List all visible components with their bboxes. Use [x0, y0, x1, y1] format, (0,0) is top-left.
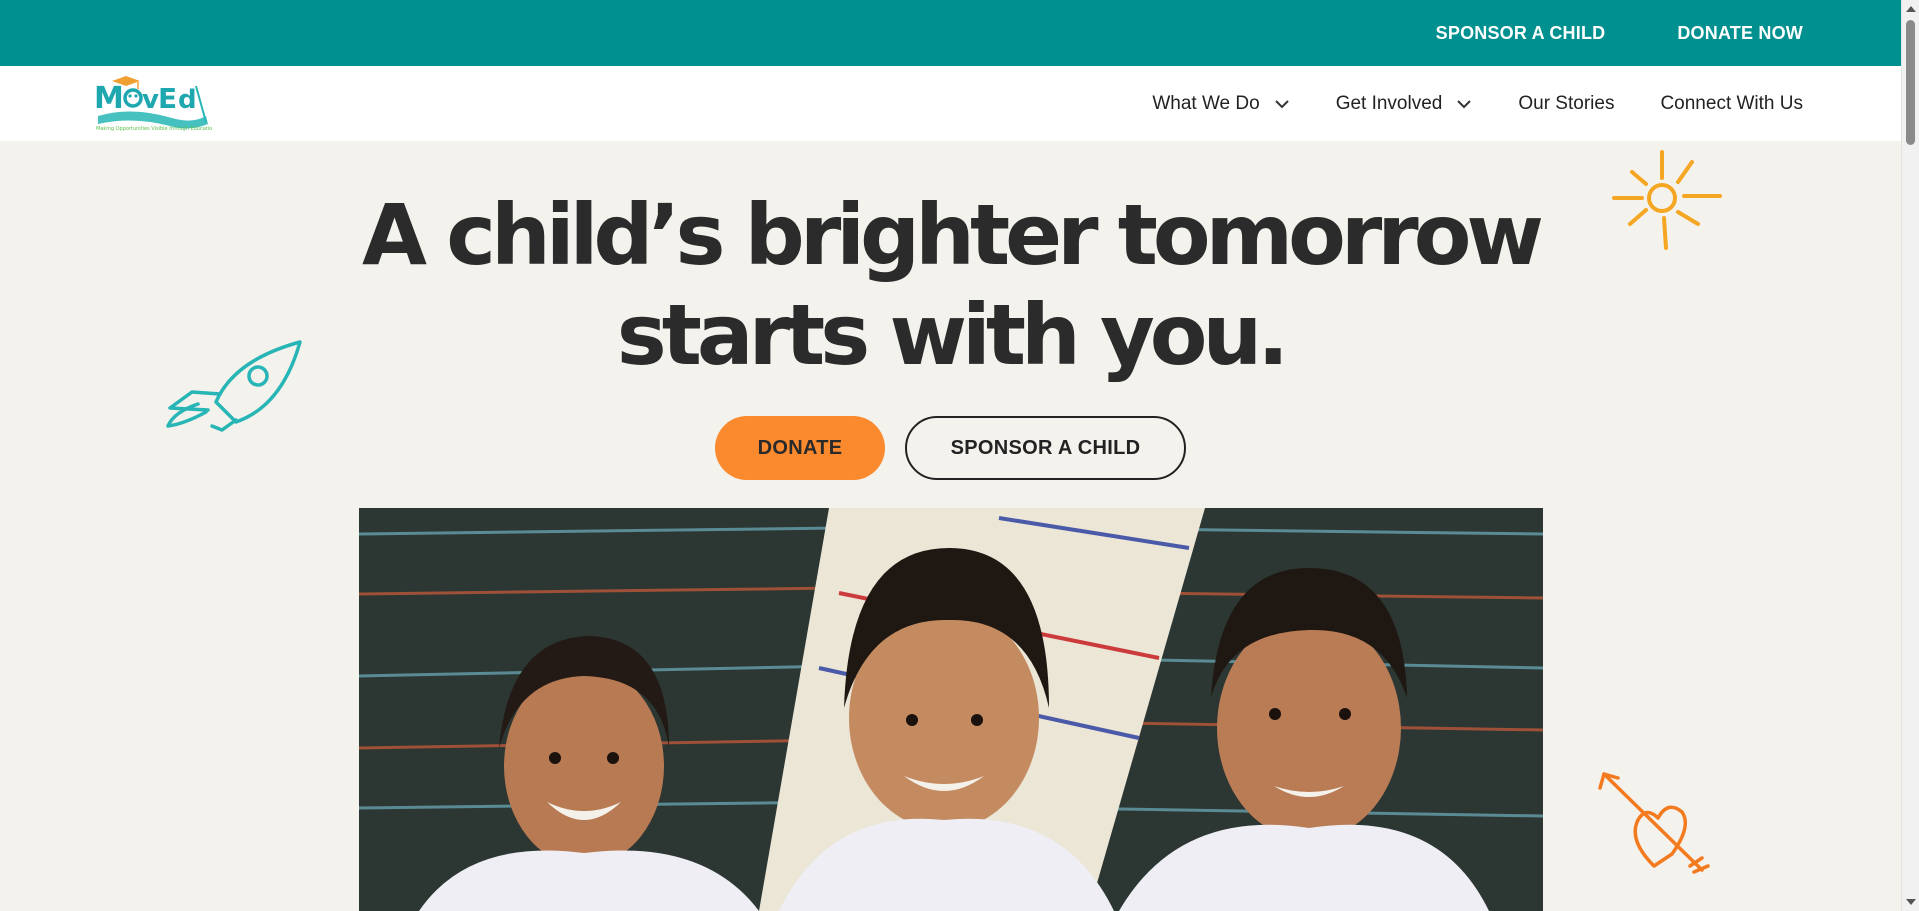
scroll-down-arrow-icon[interactable]: [1906, 899, 1916, 905]
nav-item-what-we-do[interactable]: What We Do: [1152, 93, 1289, 115]
hero-heading: A child’s brighter tomorrow starts with …: [0, 185, 1901, 385]
hero-photo-children: [359, 508, 1543, 911]
hero-heading-line-2: starts with you.: [616, 286, 1289, 384]
svg-text:Making Opportunities Visible t: Making Opportunities Visible through Edu…: [96, 126, 212, 132]
svg-text:v: v: [142, 85, 159, 115]
main-navigation: M v E d Making Opportunities Visible thr…: [0, 66, 1901, 141]
site-logo[interactable]: M v E d Making Opportunities Visible thr…: [92, 72, 212, 136]
hero-cta-group: DONATE SPONSOR A CHILD: [0, 416, 1901, 480]
nav-item-get-involved[interactable]: Get Involved: [1336, 93, 1473, 115]
nav-item-label: Get Involved: [1335, 92, 1443, 114]
nav-item-label: Our Stories: [1518, 92, 1615, 114]
nav-item-connect-with-us[interactable]: Connect With Us: [1660, 93, 1803, 115]
scroll-up-arrow-icon[interactable]: [1906, 6, 1916, 12]
chevron-down-icon: [1274, 99, 1289, 108]
donate-now-link[interactable]: DONATE NOW: [1677, 23, 1803, 44]
chevron-down-icon: [1457, 99, 1472, 108]
page-scrollbar[interactable]: [1901, 0, 1919, 911]
svg-text:M: M: [94, 81, 124, 116]
heart-arrow-doodle-icon: [1598, 772, 1710, 874]
scrollbar-thumb[interactable]: [1906, 20, 1915, 145]
nav-item-label: Connect With Us: [1660, 92, 1803, 114]
moved-logo-icon: M v E d Making Opportunities Visible thr…: [94, 75, 212, 132]
sponsor-a-child-button[interactable]: SPONSOR A CHILD: [905, 416, 1186, 480]
nav-item-label: What We Do: [1152, 92, 1260, 114]
svg-text:d: d: [178, 85, 197, 115]
primary-nav: What We Do Get Involved Our Stories Conn…: [1152, 93, 1803, 115]
hero-heading-line-1: A child’s brighter tomorrow: [361, 186, 1544, 284]
page: SPONSOR A CHILD DONATE NOW M v E d Makin…: [0, 0, 1919, 911]
svg-text:E: E: [158, 82, 177, 115]
nav-item-our-stories[interactable]: Our Stories: [1518, 93, 1614, 115]
donate-button[interactable]: DONATE: [715, 416, 885, 480]
top-utility-bar: SPONSOR A CHILD DONATE NOW: [0, 0, 1901, 66]
sponsor-a-child-link[interactable]: SPONSOR A CHILD: [1436, 23, 1606, 44]
